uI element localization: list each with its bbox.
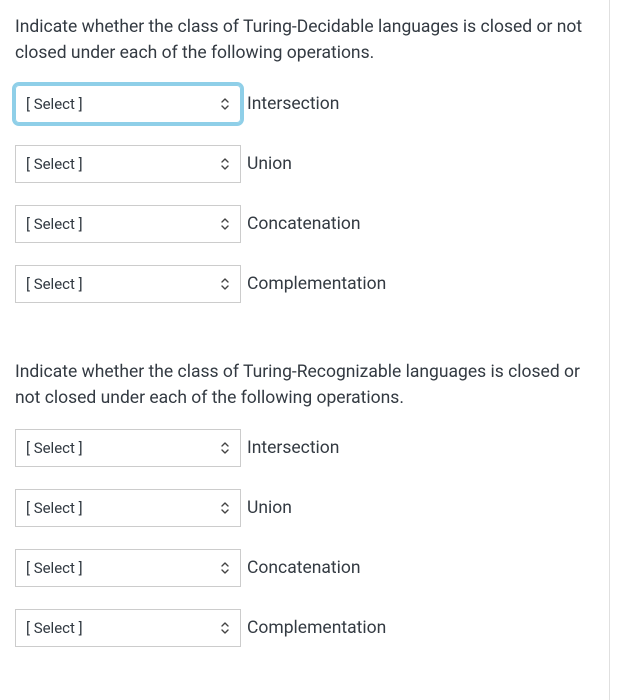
answer-row: [ Select ] Complementation	[15, 265, 594, 303]
operation-label: Complementation	[247, 274, 386, 294]
operation-label: Intersection	[247, 438, 339, 458]
answer-row: [ Select ] Intersection	[15, 85, 594, 123]
answer-row: [ Select ] Union	[15, 489, 594, 527]
answer-row: [ Select ] Union	[15, 145, 594, 183]
chevron-updown-icon	[220, 277, 230, 291]
select-value: [ Select ]	[26, 215, 83, 233]
select-value: [ Select ]	[26, 439, 83, 457]
chevron-updown-icon	[220, 501, 230, 515]
select-value: [ Select ]	[26, 155, 83, 173]
chevron-updown-icon	[220, 157, 230, 171]
operation-label: Union	[247, 154, 292, 174]
question-prompt: Indicate whether the class of Turing-Rec…	[15, 359, 594, 412]
operation-label: Intersection	[247, 94, 339, 114]
chevron-updown-icon	[220, 217, 230, 231]
chevron-updown-icon	[220, 621, 230, 635]
select-dropdown[interactable]: [ Select ]	[15, 85, 241, 123]
answer-row: [ Select ] Concatenation	[15, 205, 594, 243]
question-container: Indicate whether the class of Turing-Dec…	[0, 0, 610, 700]
select-value: [ Select ]	[26, 499, 83, 517]
chevron-updown-icon	[220, 97, 230, 111]
select-dropdown[interactable]: [ Select ]	[15, 489, 241, 527]
select-dropdown[interactable]: [ Select ]	[15, 609, 241, 647]
select-value: [ Select ]	[26, 95, 83, 113]
section-spacer	[15, 325, 594, 359]
select-dropdown[interactable]: [ Select ]	[15, 205, 241, 243]
chevron-updown-icon	[220, 441, 230, 455]
operation-label: Concatenation	[247, 558, 361, 578]
select-value: [ Select ]	[26, 559, 83, 577]
select-value: [ Select ]	[26, 619, 83, 637]
operation-label: Complementation	[247, 618, 386, 638]
operation-label: Union	[247, 498, 292, 518]
chevron-updown-icon	[220, 561, 230, 575]
select-dropdown[interactable]: [ Select ]	[15, 429, 241, 467]
answer-row: [ Select ] Concatenation	[15, 549, 594, 587]
select-dropdown[interactable]: [ Select ]	[15, 549, 241, 587]
answer-row: [ Select ] Intersection	[15, 429, 594, 467]
select-dropdown[interactable]: [ Select ]	[15, 145, 241, 183]
select-value: [ Select ]	[26, 275, 83, 293]
operation-label: Concatenation	[247, 214, 361, 234]
select-dropdown[interactable]: [ Select ]	[15, 265, 241, 303]
question-prompt: Indicate whether the class of Turing-Dec…	[15, 14, 594, 67]
answer-row: [ Select ] Complementation	[15, 609, 594, 647]
